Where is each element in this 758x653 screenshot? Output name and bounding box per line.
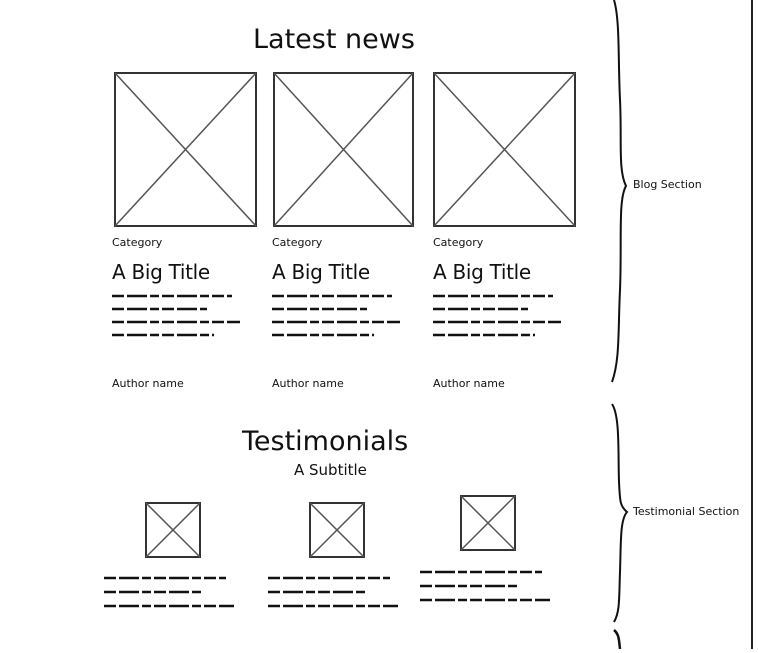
blog-card-category: Category bbox=[272, 236, 323, 249]
blog-card-title[interactable]: A Big Title bbox=[112, 260, 210, 284]
blog-card-text-lines bbox=[112, 292, 244, 344]
blog-card-author: Author name bbox=[433, 377, 505, 390]
testimonial-section-label: Testimonial Section bbox=[633, 505, 740, 518]
testimonials-heading: Testimonials bbox=[242, 426, 409, 457]
blog-card-author: Author name bbox=[272, 377, 344, 390]
blog-card-image-placeholder bbox=[433, 72, 576, 227]
blog-card-title[interactable]: A Big Title bbox=[433, 260, 531, 284]
blog-card-image-placeholder bbox=[114, 72, 257, 227]
testimonial-text-lines bbox=[268, 574, 400, 614]
blog-card-author: Author name bbox=[112, 377, 184, 390]
blog-section-brace bbox=[608, 0, 632, 384]
blog-section-label: Blog Section bbox=[633, 178, 702, 191]
blog-card-image-placeholder bbox=[273, 72, 414, 227]
testimonial-text-lines bbox=[104, 574, 236, 614]
blog-card-text-lines bbox=[433, 292, 565, 344]
testimonial-avatar-placeholder bbox=[309, 502, 365, 558]
next-section-brace bbox=[608, 628, 632, 650]
testimonial-text-lines bbox=[420, 568, 552, 608]
testimonial-avatar-placeholder bbox=[460, 495, 516, 551]
page-right-border bbox=[751, 0, 753, 649]
testimonial-avatar-placeholder bbox=[145, 502, 201, 558]
blog-card-category: Category bbox=[433, 236, 484, 249]
blog-heading: Latest news bbox=[253, 24, 415, 55]
blog-card-category: Category bbox=[112, 236, 163, 249]
blog-card-text-lines bbox=[272, 292, 404, 344]
testimonial-section-brace bbox=[608, 402, 632, 624]
testimonials-subtitle: A Subtitle bbox=[294, 461, 367, 479]
blog-card-title[interactable]: A Big Title bbox=[272, 260, 370, 284]
